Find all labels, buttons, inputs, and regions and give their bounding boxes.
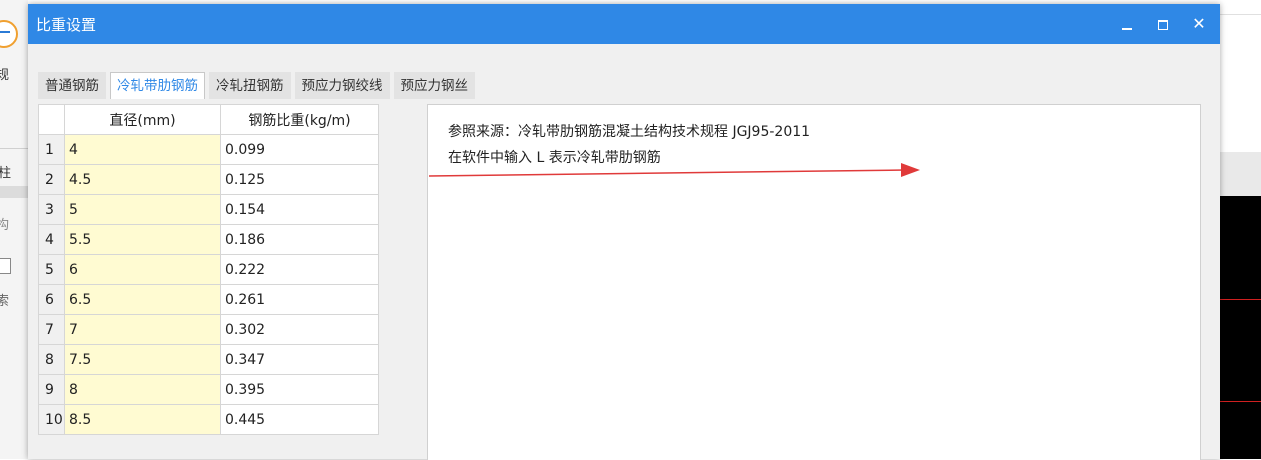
canvas-line: [1220, 401, 1261, 402]
row-index: 8: [38, 344, 65, 375]
bg-fragment-text: 构: [0, 218, 10, 233]
bg-fragment-text: 规: [0, 68, 10, 83]
row-index-header: [38, 104, 65, 135]
divider: [1220, 14, 1261, 15]
table-row[interactable]: 4 5.5 0.186: [38, 224, 379, 255]
tab-bar: 普通钢筋 冷轧带肋钢筋 冷轧扭钢筋 预应力钢绞线 预应力钢丝: [38, 72, 479, 99]
maximize-icon: [1158, 19, 1168, 30]
diameter-cell[interactable]: 7: [64, 314, 221, 345]
weight-cell[interactable]: 0.302: [220, 314, 379, 345]
table-row[interactable]: 2 4.5 0.125: [38, 164, 379, 195]
table-row[interactable]: 9 8 0.395: [38, 374, 379, 405]
weight-cell[interactable]: 0.154: [220, 194, 379, 225]
dialog-titlebar[interactable]: 比重设置 ✕: [28, 4, 1220, 44]
tab-prestressed-strand[interactable]: 预应力钢绞线: [294, 72, 390, 99]
diameter-cell[interactable]: 6.5: [64, 284, 221, 315]
diameter-cell[interactable]: 4.5: [64, 164, 221, 195]
divider: [0, 148, 28, 149]
dialog-title: 比重设置: [36, 16, 97, 34]
diameter-column-header[interactable]: 直径(mm): [64, 104, 221, 135]
document-icon: [0, 258, 11, 274]
row-index: 7: [38, 314, 65, 345]
table-row[interactable]: 5 6 0.222: [38, 254, 379, 285]
row-index: 2: [38, 164, 65, 195]
background-left-panel: 规 柱 构 索: [0, 0, 28, 459]
weight-cell[interactable]: 0.186: [220, 224, 379, 255]
divider: [0, 186, 28, 198]
weight-cell[interactable]: 0.347: [220, 344, 379, 375]
close-icon: ✕: [1192, 14, 1206, 33]
table-header-row: 直径(mm) 钢筋比重(kg/m): [38, 104, 379, 135]
notes-panel: 参照来源：冷轧带肋钢筋混凝土结构技术规程 JGJ95-2011 在软件中输入 L…: [427, 104, 1201, 460]
density-settings-dialog: 比重设置 ✕ 普通钢筋 冷轧带肋钢筋 冷轧扭钢筋 预应力钢绞线 预应力钢丝 直径…: [28, 4, 1220, 460]
diameter-cell[interactable]: 5.5: [64, 224, 221, 255]
app-logo-icon: [0, 20, 18, 48]
bg-fragment-text: 索: [0, 294, 10, 309]
table-row[interactable]: 7 7 0.302: [38, 314, 379, 345]
row-index: 1: [38, 134, 65, 165]
weight-cell[interactable]: 0.445: [220, 404, 379, 435]
weight-cell[interactable]: 0.099: [220, 134, 379, 165]
background-right-panel: [1220, 0, 1261, 459]
tab-cold-rolled-ribbed[interactable]: 冷轧带肋钢筋: [110, 72, 205, 99]
diameter-cell[interactable]: 8.5: [64, 404, 221, 435]
close-button[interactable]: ✕: [1180, 4, 1218, 44]
diameter-cell[interactable]: 7.5: [64, 344, 221, 375]
table-row[interactable]: 8 7.5 0.347: [38, 344, 379, 375]
bg-fragment-text: 柱: [0, 166, 12, 181]
row-index: 9: [38, 374, 65, 405]
row-index: 4: [38, 224, 65, 255]
canvas-line: [1220, 299, 1261, 300]
diameter-cell[interactable]: 4: [64, 134, 221, 165]
maximize-button[interactable]: [1144, 4, 1182, 44]
weight-cell[interactable]: 0.395: [220, 374, 379, 405]
minimize-icon: [1122, 27, 1132, 30]
minimize-button[interactable]: [1108, 4, 1146, 44]
weight-cell[interactable]: 0.125: [220, 164, 379, 195]
tab-cold-rolled-twisted[interactable]: 冷轧扭钢筋: [209, 72, 291, 99]
diameter-cell[interactable]: 8: [64, 374, 221, 405]
table-row[interactable]: 10 8.5 0.445: [38, 404, 379, 435]
density-table: 直径(mm) 钢筋比重(kg/m) 1 4 0.099 2 4.5 0.125 3 5 0.…: [38, 104, 379, 435]
row-index: 3: [38, 194, 65, 225]
table-row[interactable]: 1 4 0.099: [38, 134, 379, 165]
tab-ordinary-rebar[interactable]: 普通钢筋: [38, 72, 106, 99]
weight-cell[interactable]: 0.261: [220, 284, 379, 315]
background-strip: [1220, 152, 1261, 196]
table-row[interactable]: 6 6.5 0.261: [38, 284, 379, 315]
row-index: 6: [38, 284, 65, 315]
row-index: 10: [38, 404, 65, 435]
notes-source-text: 参照来源：冷轧带肋钢筋混凝土结构技术规程 JGJ95-2011: [448, 124, 811, 140]
weight-column-header[interactable]: 钢筋比重(kg/m): [220, 104, 379, 135]
diameter-cell[interactable]: 5: [64, 194, 221, 225]
row-index: 5: [38, 254, 65, 285]
notes-input-hint-text: 在软件中输入 L 表示冷轧带肋钢筋: [448, 150, 661, 166]
weight-cell[interactable]: 0.222: [220, 254, 379, 285]
drawing-canvas: [1220, 196, 1261, 459]
table-row[interactable]: 3 5 0.154: [38, 194, 379, 225]
dialog-body: 普通钢筋 冷轧带肋钢筋 冷轧扭钢筋 预应力钢绞线 预应力钢丝 直径(mm) 钢筋…: [28, 44, 1220, 460]
tab-prestressed-wire[interactable]: 预应力钢丝: [393, 72, 475, 99]
diameter-cell[interactable]: 6: [64, 254, 221, 285]
